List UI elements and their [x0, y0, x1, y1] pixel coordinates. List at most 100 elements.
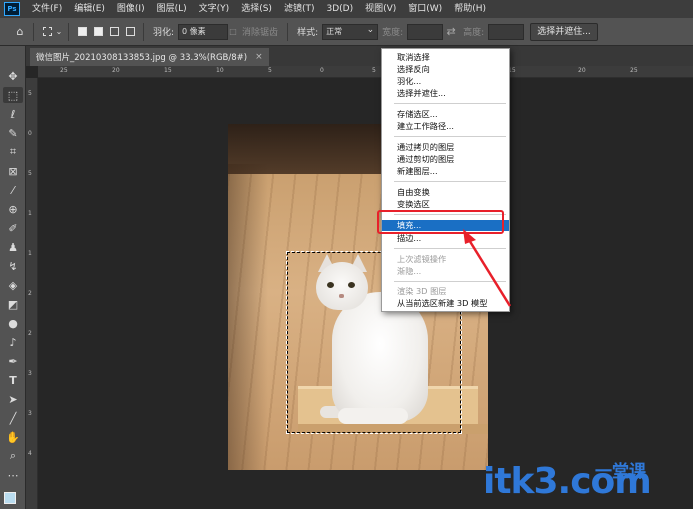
path-select-icon[interactable]: ➤ — [3, 391, 23, 407]
annotation-highlight-box — [377, 210, 504, 234]
move-icon[interactable]: ✥ — [3, 68, 23, 84]
menu-item-render-3d-layer: 渲染 3D 图层 — [397, 286, 447, 296]
menu-item-new-3d-from-selection[interactable]: 从当前选区新建 3D 模型 — [382, 298, 509, 309]
image-side-shadow — [228, 164, 268, 470]
options-bar: ⌂ ⌄ 羽化: 0 像素 □ 消除锯齿 样式: 正常 宽度: ⇄ 高度: 选择并… — [0, 18, 693, 46]
frame-icon[interactable]: ⊠ — [3, 163, 23, 179]
zoom-icon[interactable]: ⌕ — [3, 448, 23, 464]
type-icon[interactable]: T — [3, 372, 23, 388]
menu-item-deselect[interactable]: 取消选择 — [382, 52, 509, 63]
menu-item-new-layer[interactable]: 新建图层... — [382, 166, 509, 177]
swap-icon[interactable]: ⇄ — [443, 24, 459, 40]
checkbox-icon[interactable]: □ — [228, 24, 238, 40]
menu-separator — [394, 136, 506, 137]
ruler-label: 4 — [28, 450, 32, 457]
watermark-cn: 一堂课 — [595, 462, 646, 482]
divider — [143, 22, 144, 41]
menu-edit[interactable]: 编辑(E) — [68, 0, 111, 18]
menu-3d[interactable]: 3D(D) — [320, 0, 359, 18]
antialias-label: 消除锯齿 — [242, 28, 279, 38]
pen-icon[interactable]: ✒ — [3, 353, 23, 369]
menu-help[interactable]: 帮助(H) — [448, 0, 492, 18]
more-icon[interactable]: ⋯ — [3, 467, 23, 483]
brush-icon[interactable]: ✐ — [3, 220, 23, 236]
home-icon[interactable]: ⌂ — [12, 24, 28, 40]
menu-image[interactable]: 图像(I) — [111, 0, 151, 18]
line-icon[interactable]: ╱ — [3, 410, 23, 426]
menu-layer[interactable]: 图层(L) — [151, 0, 193, 18]
dodge-icon[interactable]: ♪ — [3, 334, 23, 350]
menu-select[interactable]: 选择(S) — [235, 0, 278, 18]
feather-input[interactable]: 0 像素 — [178, 23, 229, 40]
style-label: 样式: — [297, 28, 319, 38]
tools-panel: ✥ ⬚ ℓ ✎ ⌗ ⊠ ⁄ ⊕ ✐ ♟ ↯ ◈ ◩ ● ♪ ✒ T ➤ ╱ ✋ … — [0, 46, 26, 509]
menu-item-select-and-mask[interactable]: 选择并遮住... — [382, 88, 509, 99]
marquee-preset-icon[interactable] — [39, 24, 55, 40]
menu-bar: Ps 文件(F) 编辑(E) 图像(I) 图层(L) 文字(Y) 选择(S) 滤… — [0, 0, 693, 18]
menu-separator — [394, 181, 506, 182]
marquee-icon[interactable]: ⬚ — [3, 87, 23, 103]
add-selection-icon[interactable] — [90, 24, 106, 40]
subtract-selection-icon[interactable] — [106, 24, 122, 40]
ruler-label: 20 — [578, 67, 586, 74]
menu-type[interactable]: 文字(Y) — [193, 0, 236, 18]
new-selection-icon[interactable] — [74, 24, 90, 40]
ruler-label: 1 — [28, 250, 32, 257]
menu-item-save-selection[interactable]: 存储选区... — [382, 109, 509, 120]
stamp-icon[interactable]: ♟ — [3, 239, 23, 255]
horizontal-ruler: 25 20 15 10 5 0 5 10 15 20 25 — [38, 66, 693, 78]
blur-icon[interactable]: ● — [3, 315, 23, 331]
menu-item-stroke[interactable]: 描边... — [382, 233, 509, 244]
menu-item-feather[interactable]: 羽化... — [382, 76, 509, 87]
eyedropper-icon[interactable]: ⁄ — [3, 182, 23, 198]
select-and-mask-button[interactable]: 选择并遮住... — [530, 22, 598, 41]
ruler-label: 3 — [28, 410, 32, 417]
menu-item-transform-selection[interactable]: 变换选区 — [382, 199, 509, 210]
menu-item-select-inverse[interactable]: 选择反向 — [382, 64, 509, 75]
ruler-label: 25 — [630, 67, 638, 74]
close-icon[interactable]: × — [255, 52, 263, 62]
menu-view[interactable]: 视图(V) — [359, 0, 402, 18]
width-label: 宽度: — [382, 28, 404, 38]
menu-separator — [394, 103, 506, 104]
height-input[interactable] — [488, 23, 525, 40]
document-tab[interactable]: 微信图片_20210308133853.jpg @ 33.3%(RGB/8#) … — [30, 48, 269, 66]
ruler-label: 25 — [60, 67, 68, 74]
lasso-icon[interactable]: ℓ — [3, 106, 23, 122]
eraser-icon[interactable]: ◈ — [3, 277, 23, 293]
intersect-selection-icon[interactable] — [122, 24, 138, 40]
ruler-label: 5 — [28, 90, 32, 97]
menu-separator — [394, 281, 506, 282]
menu-filter[interactable]: 滤镜(T) — [278, 0, 321, 18]
document-tab-bar: 微信图片_20210308133853.jpg @ 33.3%(RGB/8#) … — [26, 46, 693, 66]
menu-item-last-filter: 上次滤镜操作 — [397, 254, 447, 264]
healing-icon[interactable]: ⊕ — [3, 201, 23, 217]
menu-item-layer-via-copy[interactable]: 通过拷贝的图层 — [382, 142, 509, 153]
menu-item-layer-via-cut[interactable]: 通过剪切的图层 — [382, 154, 509, 165]
menu-item-free-transform[interactable]: 自由变换 — [382, 187, 509, 198]
watermark: itk3.com 一堂课 — [483, 462, 683, 506]
menu-file[interactable]: 文件(F) — [26, 0, 68, 18]
hand-icon[interactable]: ✋ — [3, 429, 23, 445]
crop-icon[interactable]: ⌗ — [3, 144, 23, 160]
chevron-down-icon[interactable]: ⌄ — [55, 24, 63, 40]
foreground-color-swatch[interactable] — [4, 492, 16, 504]
divider — [33, 22, 34, 41]
style-select[interactable]: 正常 — [322, 23, 379, 40]
menu-item-make-work-path[interactable]: 建立工作路径... — [382, 121, 509, 132]
ruler-label: 2 — [28, 330, 32, 337]
menu-window[interactable]: 窗口(W) — [402, 0, 448, 18]
history-brush-icon[interactable]: ↯ — [3, 258, 23, 274]
ruler-label: 0 — [28, 130, 32, 137]
ruler-label: 5 — [372, 67, 376, 74]
width-input[interactable] — [407, 23, 444, 40]
ruler-label: 0 — [320, 67, 324, 74]
gradient-icon[interactable]: ◩ — [3, 296, 23, 312]
ruler-label: 2 — [28, 290, 32, 297]
ruler-label: 5 — [268, 67, 272, 74]
quick-select-icon[interactable]: ✎ — [3, 125, 23, 141]
height-label: 高度: — [463, 28, 485, 38]
ruler-label: 1 — [28, 210, 32, 217]
ruler-label: 10 — [216, 67, 224, 74]
divider — [68, 22, 69, 41]
